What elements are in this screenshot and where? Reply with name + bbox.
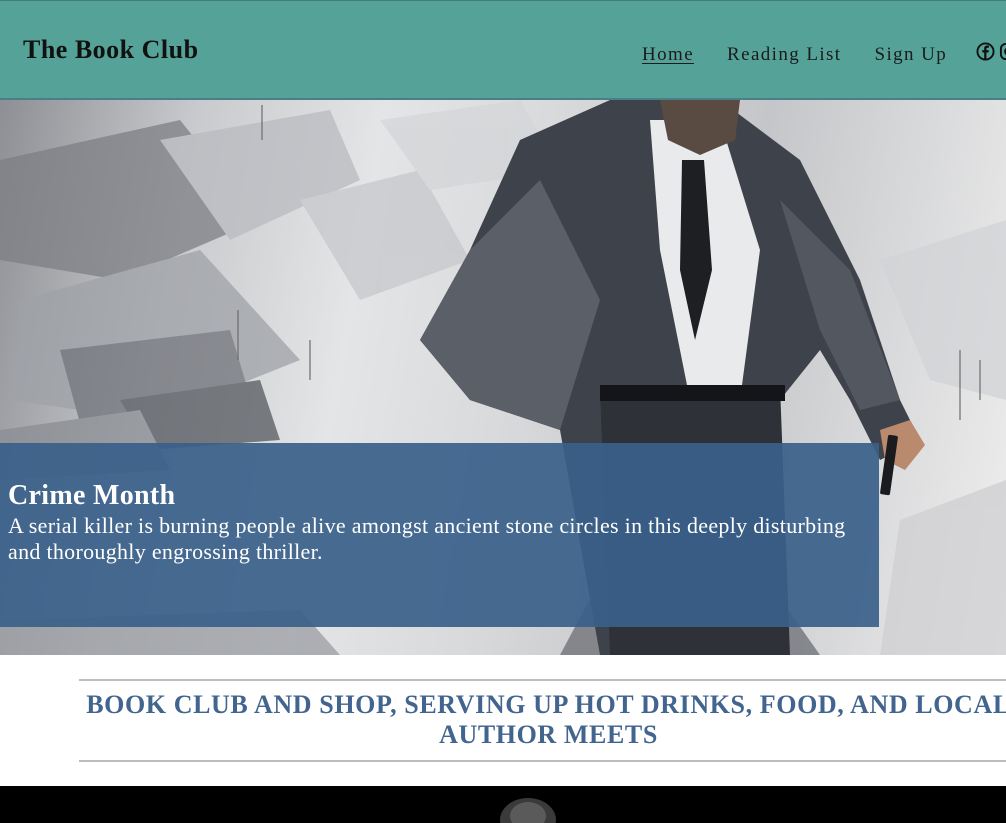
intro-heading: BOOK CLUB AND SHOP, SERVING UP HOT DRINK…: [86, 690, 1006, 749]
hero-banner: Crime Month A serial killer is burning p…: [0, 100, 1006, 655]
next-section-image: [0, 786, 1006, 823]
site-brand[interactable]: The Book Club: [23, 35, 199, 65]
site-header: The Book Club Home Reading List Sign Up: [0, 0, 1006, 100]
nav-home[interactable]: Home: [642, 44, 694, 66]
featured-description: A serial killer is burning people alive …: [8, 513, 846, 564]
nav-sign-up[interactable]: Sign Up: [874, 44, 947, 66]
featured-title: Crime Month: [8, 480, 176, 511]
facebook-icon[interactable]: [976, 42, 995, 66]
featured-card: Crime Month A serial killer is burning p…: [0, 443, 879, 627]
divider: [79, 679, 1006, 681]
social-links: [976, 42, 1006, 66]
instagram-icon[interactable]: [999, 42, 1006, 66]
main-nav: Home Reading List Sign Up: [642, 44, 947, 66]
intro-section: BOOK CLUB AND SHOP, SERVING UP HOT DRINK…: [0, 655, 1006, 786]
nav-reading-list[interactable]: Reading List: [727, 44, 841, 66]
divider: [79, 760, 1006, 762]
